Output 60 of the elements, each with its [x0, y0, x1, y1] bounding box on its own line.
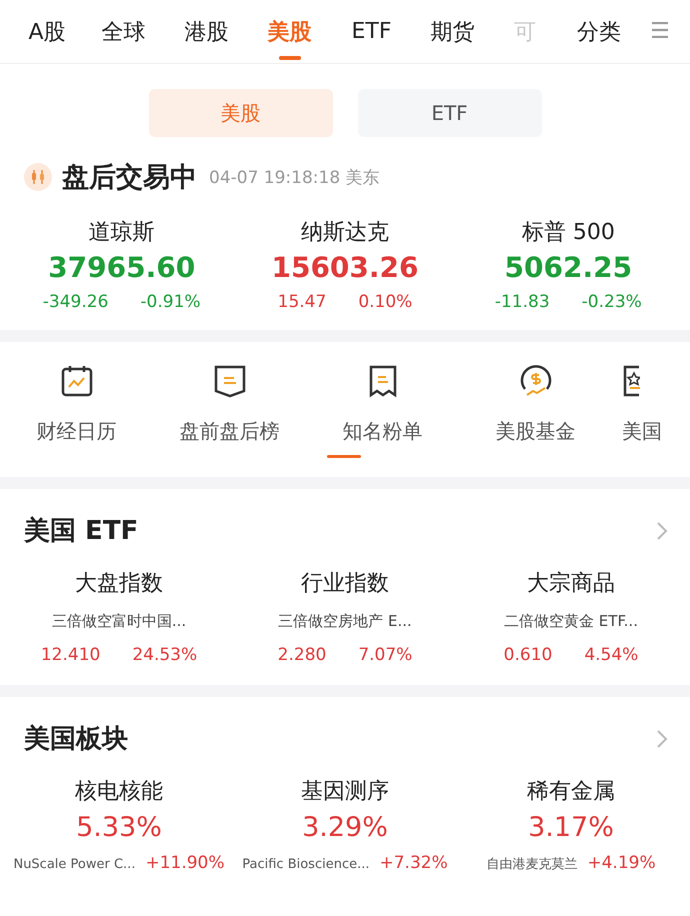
index-change: -11.83 [494, 292, 550, 312]
fund-percent: 4.54% [584, 645, 638, 665]
leader-stock: 自由港麦克莫兰 [486, 856, 578, 873]
star-frame-icon [622, 364, 640, 398]
scroll-indicator [327, 455, 361, 458]
index-value: 15603.26 [271, 251, 418, 284]
leader-percent: +4.19% [587, 853, 656, 873]
leader-percent: +11.90% [145, 853, 225, 873]
index-name: 纳斯达克 [300, 219, 389, 247]
sector-name: 基因测序 [301, 778, 389, 806]
index-percent: -0.23% [582, 292, 642, 312]
index-name: 标普 500 [522, 219, 615, 247]
shortcut-label[interactable]: 财经日历 [36, 418, 116, 445]
index-change: -349.26 [42, 292, 108, 312]
index-name: 道琼斯 [88, 219, 155, 247]
shortcut-label[interactable]: 美股基金 [496, 418, 576, 445]
market-tab[interactable]: A股 [12, 0, 82, 64]
index-change: 15.47 [278, 292, 326, 312]
shortcut-label[interactable]: 盘前盘后榜 [180, 418, 280, 445]
market-tab[interactable]: 期货 [412, 0, 493, 64]
chevron-right-icon[interactable] [656, 520, 668, 540]
calendar-icon [60, 364, 94, 398]
leader-stock: Pacific Bioscience... [242, 857, 370, 872]
market-tab[interactable]: ETF [331, 0, 412, 64]
shortcut-label[interactable]: 美国 [622, 418, 662, 445]
section-title: 美国板块 [24, 723, 128, 756]
leader-stock: NuScale Power C... [13, 857, 136, 872]
index-value: 5062.25 [504, 251, 632, 284]
sector-percent: 3.17% [528, 812, 614, 843]
candlestick-icon [24, 163, 52, 191]
banner-icon [212, 364, 246, 398]
category-tab[interactable]: 分类 [568, 0, 630, 64]
dollar-coin-icon [518, 364, 552, 398]
market-tab[interactable]: 港股 [165, 0, 248, 64]
segment-tab[interactable]: ETF [358, 89, 542, 137]
fund-percent: 7.07% [358, 645, 412, 665]
fund-name: 三倍做空富时中国... [52, 612, 186, 631]
fund-percent: 24.53% [132, 645, 198, 665]
sector-percent: 5.33% [76, 812, 162, 843]
category-name: 大盘指数 [75, 570, 163, 598]
index-value: 37965.60 [48, 251, 196, 284]
market-tab[interactable]: 全球 [82, 0, 165, 64]
fund-price: 0.610 [504, 645, 552, 665]
category-name: 行业指数 [301, 570, 389, 598]
market-status: 盘后交易中 [62, 161, 197, 195]
category-name: 大宗商品 [527, 570, 615, 598]
section-title: 美国 ETF [24, 515, 138, 548]
leader-percent: +7.32% [380, 853, 448, 873]
sector-percent: 3.29% [302, 812, 388, 843]
sector-name: 稀有金属 [527, 778, 615, 806]
index-percent: 0.10% [358, 292, 412, 312]
market-time: 04-07 19:18:18 美东 [209, 166, 380, 188]
chevron-right-icon[interactable] [656, 728, 668, 748]
shortcut-label[interactable]: 知名粉单 [342, 418, 422, 445]
fund-name: 三倍做空房地产 E... [278, 612, 412, 631]
index-percent: -0.91% [140, 292, 201, 312]
fund-price: 12.410 [40, 645, 100, 665]
fund-price: 2.280 [278, 645, 326, 665]
sector-name: 核电核能 [75, 778, 163, 806]
fund-name: 二倍做空黄金 ETF... [504, 612, 638, 631]
